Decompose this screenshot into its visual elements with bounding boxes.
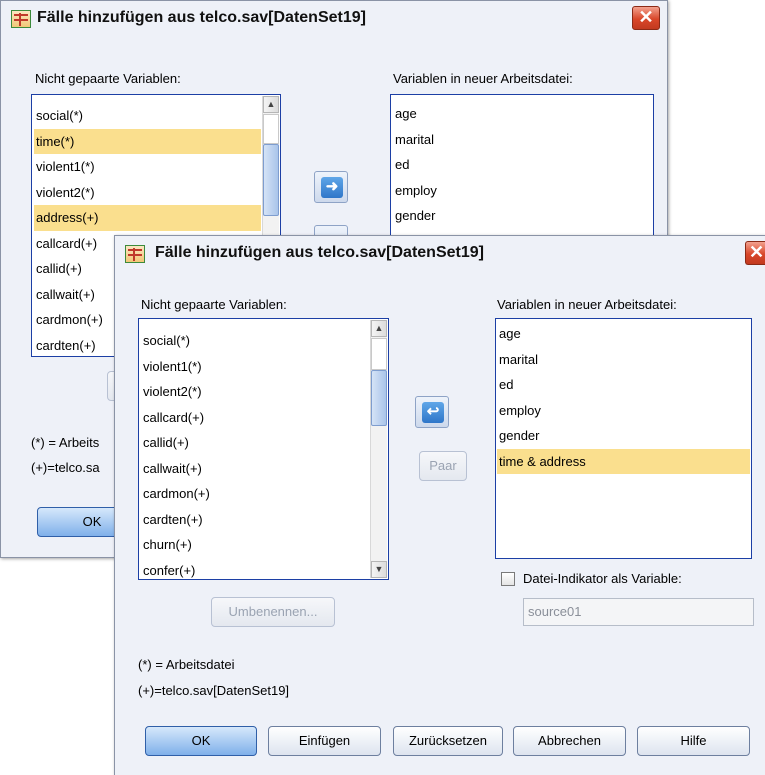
list-item[interactable]: gender xyxy=(497,423,750,449)
back-move-right-button[interactable]: ➜ xyxy=(314,171,348,203)
list-item[interactable]: age xyxy=(393,101,437,127)
indicator-label: Datei-Indikator als Variable: xyxy=(523,571,682,586)
back-new-label: Variablen in neuer Arbeitsdatei: xyxy=(393,71,573,86)
rename-button[interactable]: Umbenennen... xyxy=(211,597,335,627)
reset-button[interactable]: Zurücksetzen xyxy=(393,726,503,756)
list-item[interactable]: address(+) xyxy=(34,205,261,231)
scroll-thumb[interactable] xyxy=(263,144,279,216)
list-item[interactable]: callid(+) xyxy=(141,430,210,456)
list-item[interactable]: violent1(*) xyxy=(34,154,261,180)
front-legend-1: (*) = Arbeitsdatei xyxy=(138,657,235,672)
scroll-up-icon[interactable]: ▲ xyxy=(371,320,387,337)
back-close-button[interactable]: ✕ xyxy=(632,6,660,30)
list-item[interactable]: churn(+) xyxy=(141,532,210,558)
scroll-track xyxy=(263,114,279,144)
list-item[interactable]: social(*) xyxy=(34,103,261,129)
front-pair-button[interactable]: Paar xyxy=(419,451,467,481)
list-item[interactable]: violent2(*) xyxy=(34,180,261,206)
scroll-track xyxy=(371,338,387,370)
scroll-up-icon[interactable]: ▲ xyxy=(263,96,279,113)
spreadsheet-icon xyxy=(11,10,31,28)
cancel-button[interactable]: Abbrechen xyxy=(513,726,626,756)
list-item[interactable]: gender xyxy=(393,203,437,229)
list-item[interactable]: ed xyxy=(497,372,750,398)
list-item[interactable]: time & address xyxy=(497,448,750,474)
ok-button[interactable]: OK xyxy=(145,726,257,756)
front-unpaired-label: Nicht gepaarte Variablen: xyxy=(141,297,287,312)
back-unpaired-label: Nicht gepaarte Variablen: xyxy=(35,71,181,86)
list-item[interactable]: ed xyxy=(393,152,437,178)
front-close-button[interactable]: ✕ xyxy=(745,241,765,265)
list-item[interactable]: marital xyxy=(393,127,437,153)
indicator-name-field[interactable]: source01 xyxy=(523,598,754,626)
spreadsheet-icon xyxy=(125,245,145,263)
front-list-scrollbar[interactable]: ▲ ▼ xyxy=(370,320,387,578)
list-item[interactable]: cardten(+) xyxy=(141,507,210,533)
list-item[interactable]: violent1(*) xyxy=(141,354,210,380)
front-dialog-titlebar[interactable]: Fälle hinzufügen aus telco.sav[DatenSet1… xyxy=(115,236,765,272)
back-dialog-title: Fälle hinzufügen aus telco.sav[DatenSet1… xyxy=(37,9,366,26)
list-item[interactable]: confer(+) xyxy=(141,558,210,580)
list-item[interactable]: marital xyxy=(497,347,750,373)
list-item[interactable]: callcard(+) xyxy=(141,405,210,431)
back-new-list[interactable]: age marital ed employ gender xyxy=(390,94,654,244)
list-item[interactable]: callwait(+) xyxy=(141,456,210,482)
list-item[interactable]: social(*) xyxy=(141,328,210,354)
back-legend-2: (+)=telco.sa xyxy=(31,460,100,475)
indicator-checkbox[interactable] xyxy=(501,572,515,586)
list-item[interactable]: employ xyxy=(497,398,750,424)
scroll-down-icon[interactable]: ▼ xyxy=(371,561,387,578)
front-move-left-button[interactable]: ↩ xyxy=(415,396,449,428)
front-dialog: Fälle hinzufügen aus telco.sav[DatenSet1… xyxy=(114,235,765,775)
list-item[interactable]: age xyxy=(497,321,750,347)
help-button[interactable]: Hilfe xyxy=(637,726,750,756)
front-new-label: Variablen in neuer Arbeitsdatei: xyxy=(497,297,677,312)
arrow-right-icon: ➜ xyxy=(321,177,343,198)
back-dialog-titlebar[interactable]: Fälle hinzufügen aus telco.sav[DatenSet1… xyxy=(1,1,667,37)
front-dialog-title: Fälle hinzufügen aus telco.sav[DatenSet1… xyxy=(155,244,484,261)
list-item[interactable]: employ xyxy=(393,178,437,204)
back-legend-1: (*) = Arbeits xyxy=(31,435,100,450)
arrow-left-icon: ↩ xyxy=(422,402,444,423)
front-unpaired-list[interactable]: social(*) violent1(*) violent2(*) callca… xyxy=(138,318,389,580)
front-new-list[interactable]: age marital ed employ gender time & addr… xyxy=(495,318,752,559)
paste-button[interactable]: Einfügen xyxy=(268,726,381,756)
scroll-thumb[interactable] xyxy=(371,370,387,426)
front-legend-2: (+)=telco.sav[DatenSet19] xyxy=(138,683,290,698)
list-item[interactable]: time(*) xyxy=(34,128,261,154)
list-item[interactable]: cardmon(+) xyxy=(141,481,210,507)
list-item[interactable]: violent2(*) xyxy=(141,379,210,405)
